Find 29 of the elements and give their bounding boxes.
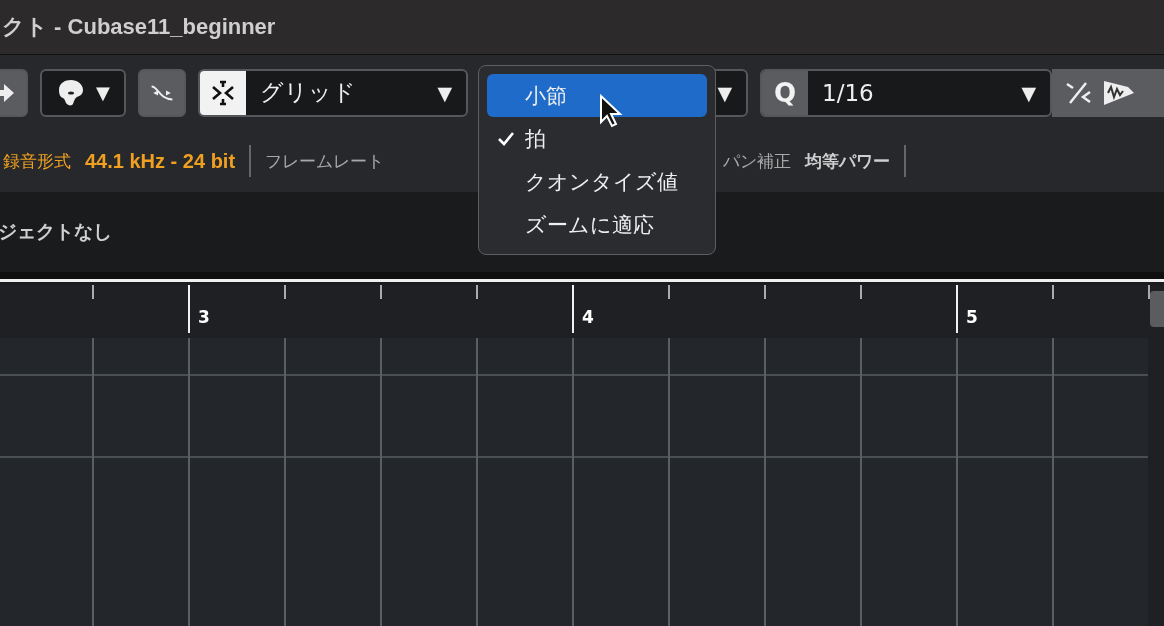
bar-number: 4	[582, 307, 594, 327]
bar-number: 3	[198, 307, 210, 327]
quantize-value: 1/16	[821, 78, 875, 108]
mouse-pointer-icon	[599, 94, 623, 128]
bar-number: 5	[966, 307, 978, 327]
menu-item[interactable]: 小節	[487, 74, 707, 117]
menu-item[interactable]: 拍	[487, 117, 707, 160]
curve-button[interactable]	[138, 68, 186, 117]
quantize-label: Q	[762, 70, 808, 115]
quantize-dropdown[interactable]: Q 1/16 ▼	[760, 68, 1052, 117]
menu-item[interactable]: ズームに適応	[487, 203, 707, 246]
caret-icon: ▼	[437, 70, 466, 115]
menu-item[interactable]: クオンタイズ値	[487, 160, 707, 203]
snap-type-value: グリッド	[259, 78, 357, 107]
caret-icon: ▼	[96, 82, 110, 103]
info-label: フレームレート	[265, 149, 385, 173]
check-icon	[497, 130, 515, 147]
info-value: 44.1 kHz - 24 bit	[85, 149, 236, 173]
waveform-icon[interactable]	[1102, 78, 1136, 107]
caret-icon: ▼	[1021, 70, 1050, 115]
caret-icon: ▼	[717, 70, 746, 115]
object-info-text: ジェクトなし	[0, 219, 112, 244]
window-title: クト - Cubase11_beginner	[2, 13, 276, 41]
snap-type-dropdown[interactable]: グリッド ▼	[198, 68, 468, 117]
info-label: 録音形式	[3, 149, 71, 173]
info-value: 均等パワー	[805, 149, 891, 173]
mode-dropdown[interactable]: ▼	[40, 68, 126, 117]
info-label: パン補正	[723, 149, 792, 173]
snap-icon	[210, 79, 236, 106]
